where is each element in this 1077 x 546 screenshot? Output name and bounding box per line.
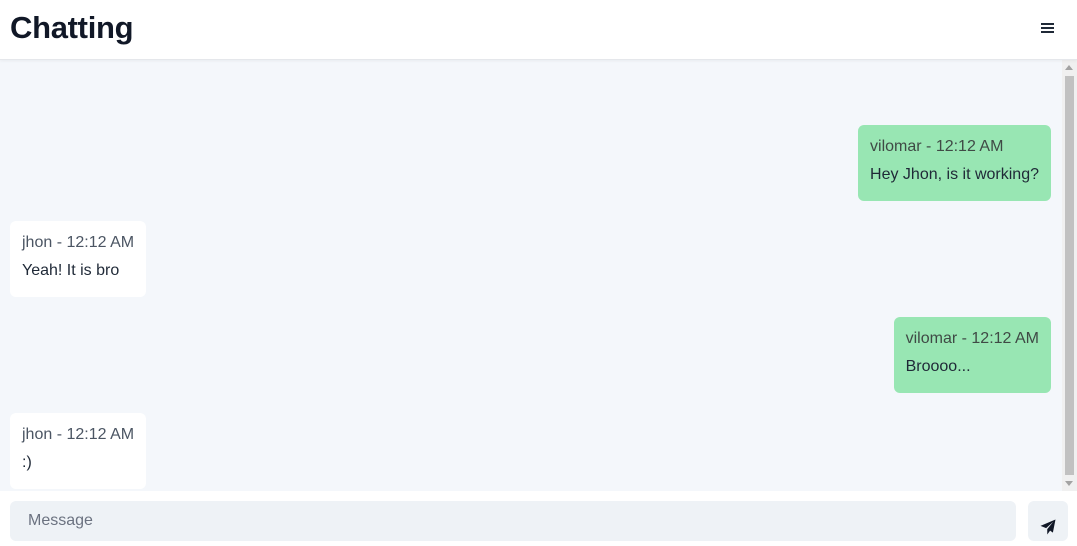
message-text: Broooo...	[905, 358, 971, 375]
paper-plane-icon	[1040, 519, 1056, 534]
message-composer	[0, 491, 1077, 546]
message-meta: jhon - 12:12 AM	[22, 426, 135, 443]
hamburger-menu-icon	[1041, 23, 1054, 33]
scrollbar-thumb[interactable]	[1065, 76, 1074, 475]
message-meta: vilomar - 12:12 AM	[905, 330, 1039, 347]
menu-button[interactable]	[1035, 16, 1059, 40]
message-bubble-incoming: jhon - 12:12 AM Yeah! It is bro	[10, 221, 147, 297]
message-text: :)	[22, 454, 32, 471]
message-text: Yeah! It is bro	[22, 262, 120, 279]
vertical-scrollbar[interactable]	[1062, 60, 1077, 491]
app-header: Chatting	[0, 0, 1077, 60]
message-bubble-incoming: jhon - 12:12 AM :)	[10, 413, 147, 489]
message-list[interactable]: vilomar - 12:12 AM Hey Jhon, is it worki…	[0, 60, 1077, 491]
message-meta: vilomar - 12:12 AM	[870, 138, 1004, 155]
scroll-up-arrow-icon[interactable]	[1065, 65, 1073, 70]
message-input[interactable]	[10, 501, 1016, 541]
message-bubble-outgoing: vilomar - 12:12 AM Broooo...	[893, 317, 1051, 393]
send-button[interactable]	[1028, 501, 1068, 541]
scroll-down-arrow-icon[interactable]	[1065, 481, 1073, 486]
message-text: Hey Jhon, is it working?	[870, 166, 1039, 183]
message-bubble-outgoing: vilomar - 12:12 AM Hey Jhon, is it worki…	[858, 125, 1051, 201]
message-meta: jhon - 12:12 AM	[22, 234, 135, 251]
chat-app: Chatting vilomar - 12:12 AM Hey Jhon, is…	[0, 0, 1077, 546]
page-title: Chatting	[10, 10, 134, 45]
